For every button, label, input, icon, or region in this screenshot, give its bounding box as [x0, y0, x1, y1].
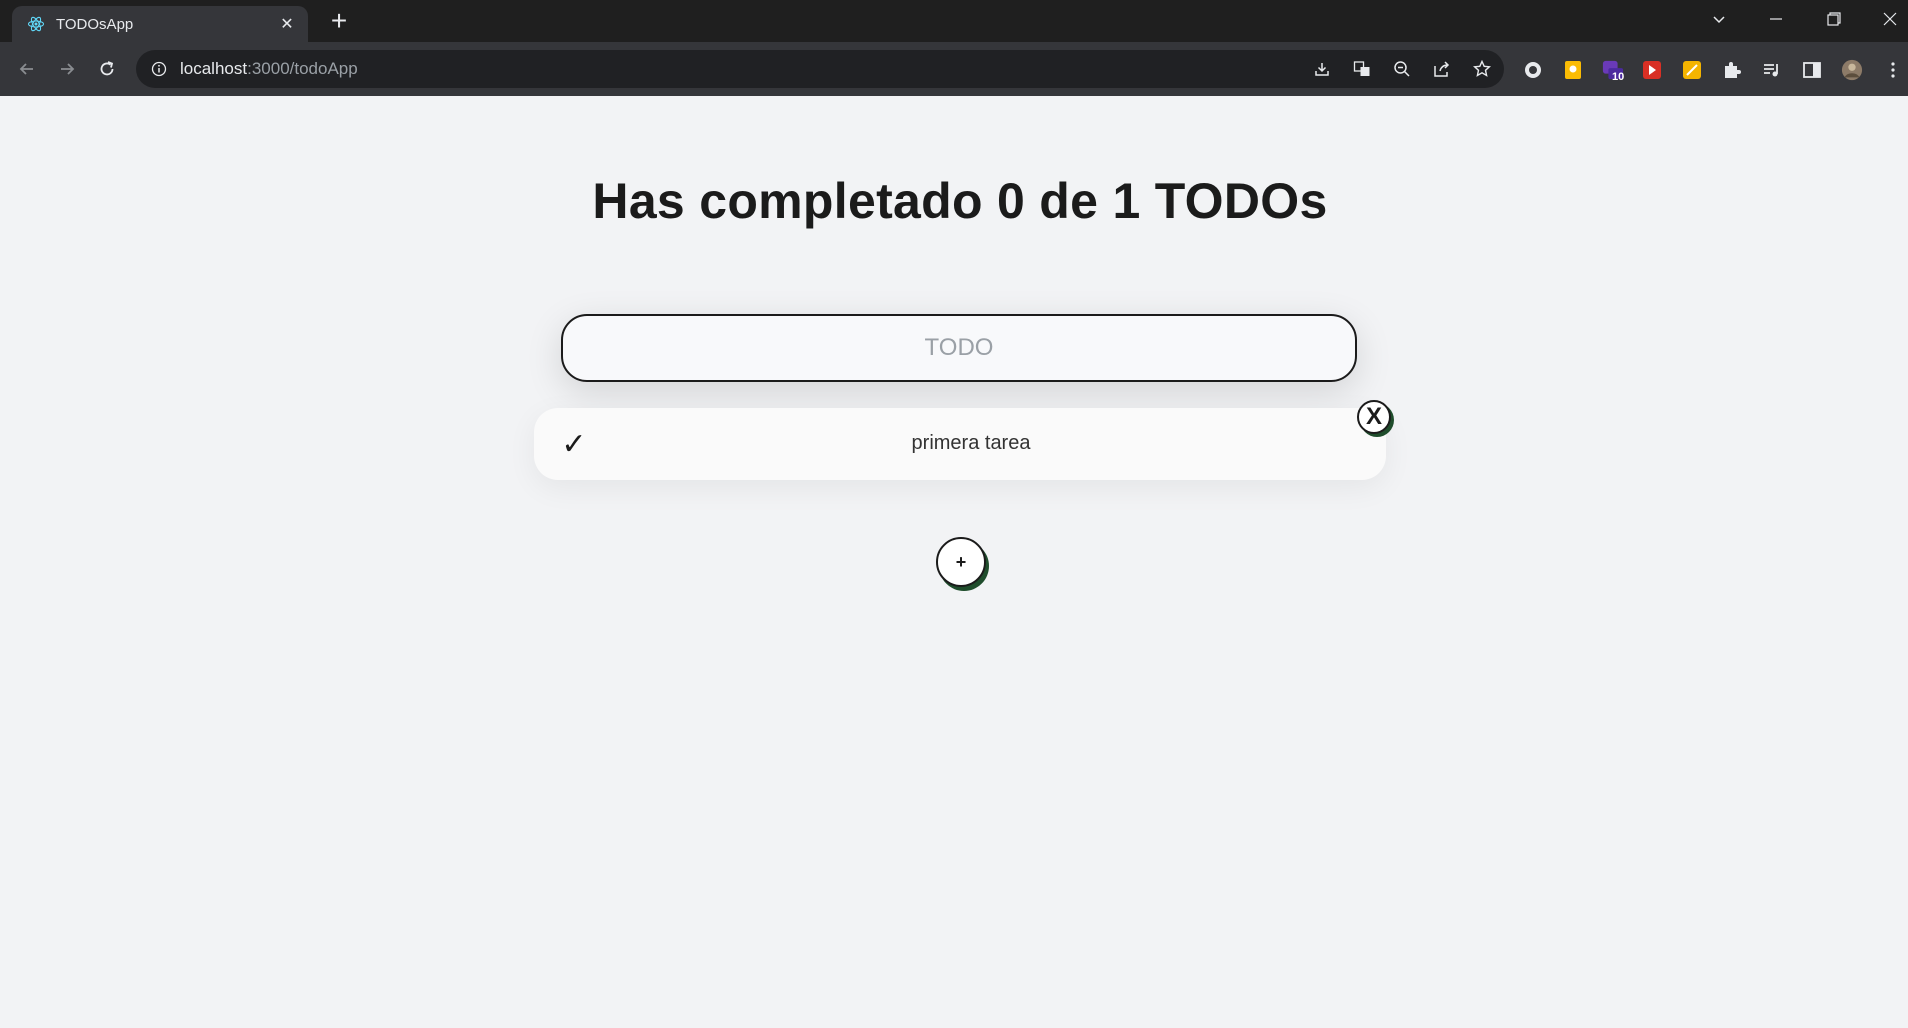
add-todo-button[interactable]: +: [936, 537, 986, 587]
bookmark-star-icon[interactable]: [1472, 59, 1492, 79]
install-icon[interactable]: [1312, 59, 1332, 79]
address-bar[interactable]: localhost:3000/todoApp: [136, 50, 1504, 88]
restore-icon[interactable]: [1806, 0, 1862, 38]
forward-icon[interactable]: [52, 54, 82, 84]
browser-tab[interactable]: TODOsApp ✕: [12, 6, 308, 42]
todo-item: ✓ primera tarea X: [534, 400, 1391, 480]
tab-close-icon[interactable]: ✕: [274, 14, 300, 34]
react-icon: [26, 14, 46, 34]
side-panel-icon[interactable]: [1801, 59, 1823, 81]
translate-icon[interactable]: [1352, 59, 1372, 79]
url-host: localhost: [180, 59, 248, 78]
back-icon[interactable]: [12, 54, 42, 84]
zoom-out-icon[interactable]: [1392, 59, 1412, 79]
url-text: localhost:3000/todoApp: [180, 59, 358, 79]
minimize-icon[interactable]: [1748, 0, 1804, 38]
url-path: :3000/todoApp: [247, 59, 358, 78]
media-controls-icon[interactable]: [1761, 59, 1783, 81]
browser-tab-strip: TODOsApp ✕ +: [0, 0, 1908, 42]
browser-menu-icon[interactable]: [1882, 59, 1904, 81]
tab-search-icon[interactable]: [1691, 0, 1747, 38]
todo-input[interactable]: [561, 314, 1357, 382]
extension-keep-icon[interactable]: [1562, 59, 1584, 81]
todo-list: ✓ primera tarea X: [534, 400, 1391, 480]
window-close-icon[interactable]: [1862, 0, 1908, 38]
reload-icon[interactable]: [92, 54, 122, 84]
extension-badge-count: 10: [1612, 71, 1625, 83]
profile-avatar[interactable]: [1841, 59, 1863, 81]
extension-circle-icon[interactable]: [1522, 59, 1544, 81]
delete-todo-button[interactable]: X: [1357, 400, 1391, 434]
new-tab-button[interactable]: +: [324, 6, 354, 36]
todo-text: primera tarea: [911, 432, 1031, 454]
extension-video-icon[interactable]: [1641, 59, 1663, 81]
extension-notes-icon[interactable]: [1681, 59, 1703, 81]
site-info-icon[interactable]: [150, 60, 168, 78]
page-title: Has completado 0 de 1 TODOs: [592, 173, 1328, 229]
share-icon[interactable]: [1432, 59, 1452, 79]
extensions-puzzle-icon[interactable]: [1721, 59, 1743, 81]
tab-title: TODOsApp: [56, 15, 134, 33]
